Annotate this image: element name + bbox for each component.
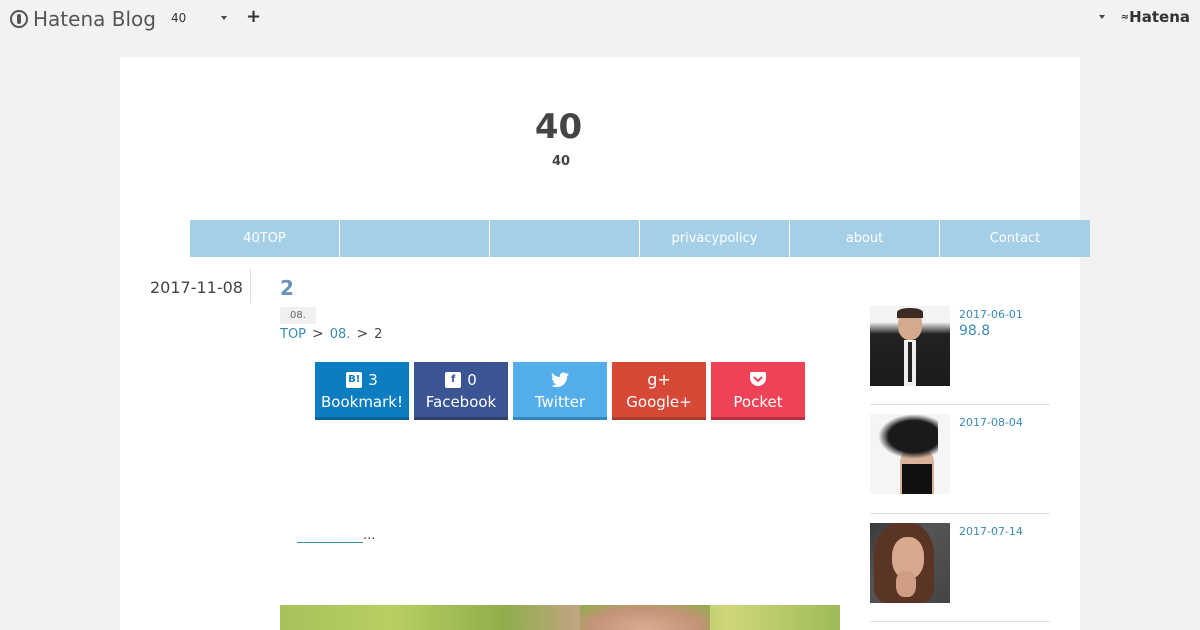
user-menu[interactable]: ≈ Hatena [1098,8,1190,26]
sidebar-divider [870,621,1050,622]
hatena-wing-icon: ≈ [1120,11,1130,23]
breadcrumb-home[interactable]: TOP [280,327,306,342]
category-tag[interactable]: 08. [280,307,316,324]
sidebar-divider [870,513,1050,514]
add-icon[interactable]: + [246,6,261,27]
facebook-label: Facebook [425,392,497,411]
breadcrumb: TOP > 08. > 2 [280,326,382,342]
facebook-share-button[interactable]: f 0 Facebook [414,362,508,420]
logo-text: Hatena Blog [33,7,156,31]
global-nav: 40TOP privacypolicy about Contact [190,220,1090,257]
twitter-share-button[interactable]: Twitter [513,362,607,420]
breadcrumb-separator: > [356,326,369,342]
chevron-down-icon [221,16,227,20]
google-plus-share-button[interactable]: g+ Google+ [612,362,706,420]
bookmark-count: 3 [368,370,378,389]
nav-item-about[interactable]: about [790,220,940,257]
entry-date[interactable]: 2017-11-08 [150,278,243,297]
sidebar-entry[interactable]: 2017-06-01 98.8 [870,306,1050,386]
facebook-count: 0 [467,370,477,389]
breadcrumb-category[interactable]: 08. [330,327,351,342]
chevron-down-icon [1098,15,1105,19]
bookmark-label: Bookmark! [320,392,403,411]
twitter-icon [551,372,569,387]
breadcrumb-separator: > [312,326,324,342]
blog-description: 40 [551,154,571,169]
hatena-bookmark-icon: B! [346,371,363,388]
nav-item-privacypolicy[interactable]: privacypolicy [640,220,790,257]
blog-select-dropdown[interactable]: 40 [171,11,227,25]
blog-title[interactable]: 40 [120,107,997,147]
underlined-link[interactable] [297,530,363,543]
google-plus-icon: g+ [647,369,671,389]
pocket-label: Pocket [733,392,783,411]
hatena-brand-label: Hatena [1129,8,1190,26]
hatena-blog-logo[interactable]: Hatena Blog [10,7,156,31]
more-link: ... [297,528,375,543]
hatena-logo-icon [10,10,28,28]
sidebar-entry[interactable]: 2017-07-14 [870,523,1050,603]
sidebar-entry-date[interactable]: 2017-06-01 [959,308,1023,321]
sidebar-entry[interactable]: 2017-08-04 [870,414,1050,494]
share-buttons: B! 3 Bookmark! f 0 Facebook Twitter g+ G… [315,362,810,420]
hatena-brand-link[interactable]: ≈ Hatena [1121,8,1190,26]
hatena-bookmark-button[interactable]: B! 3 Bookmark! [315,362,409,420]
nav-item-contact[interactable]: Contact [940,220,1090,257]
sidebar-entry-title[interactable]: 98.8 [959,323,990,339]
sidebar-divider [870,404,1050,405]
entry-thumbnail[interactable] [870,306,950,386]
blog-select-value: 40 [171,11,187,25]
entry-title[interactable]: 2 [280,276,294,300]
hatena-toolbar: Hatena Blog 40 + ≈ Hatena [0,0,1200,36]
breadcrumb-current: 2 [374,326,383,342]
entry-thumbnail[interactable] [870,523,950,603]
pocket-share-button[interactable]: Pocket [711,362,805,420]
ellipsis-text: ... [363,528,376,543]
sidebar-entry-date[interactable]: 2017-07-14 [959,525,1023,538]
entry-thumbnail[interactable] [870,414,950,494]
date-divider [250,269,251,303]
sidebar-entry-date[interactable]: 2017-08-04 [959,416,1023,429]
facebook-icon: f [445,371,462,388]
nav-item-3[interactable] [490,220,640,257]
google-plus-label: Google+ [626,392,692,411]
pocket-icon [750,372,766,386]
nav-item-top[interactable]: 40TOP [190,220,340,257]
entry-hero-image [280,605,840,630]
nav-item-2[interactable] [340,220,490,257]
twitter-label: Twitter [534,392,586,411]
